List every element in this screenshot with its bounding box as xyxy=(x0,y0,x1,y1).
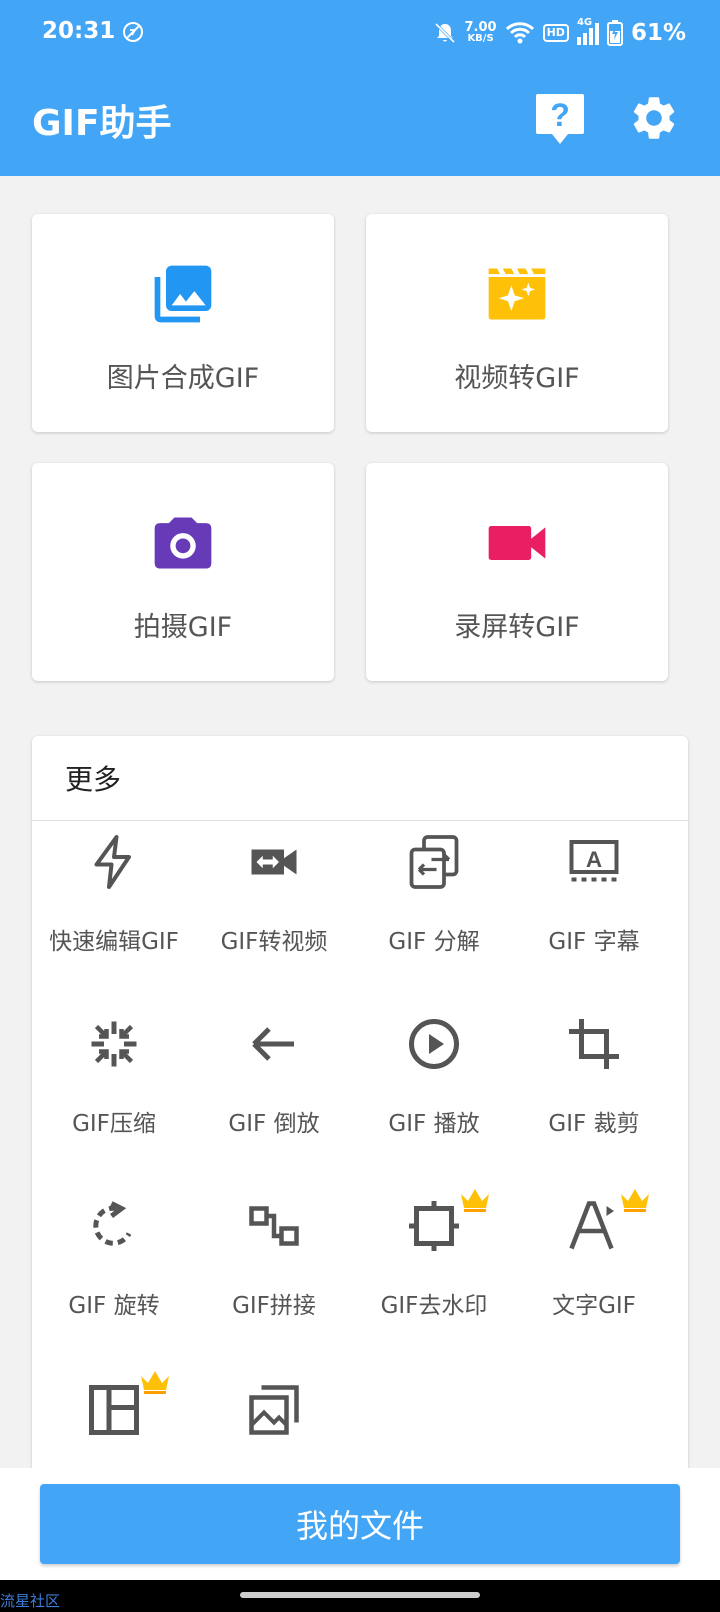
tool-label: GIF 旋转 xyxy=(68,1293,160,1319)
signal-indicator: 4G xyxy=(576,17,599,45)
tool-gif-join[interactable]: GIF拼接 xyxy=(192,1196,356,1366)
movie-sparkle-icon xyxy=(488,268,546,320)
compress-icon xyxy=(91,1021,137,1067)
status-bar: 20:31 7.00 KB/S HD 4G 61% xyxy=(0,0,720,66)
crown-icon xyxy=(621,1189,649,1212)
net-speed-value: 7.00 xyxy=(464,20,497,35)
tool-label: GIF 倒放 xyxy=(228,1111,320,1137)
tool-label: 文字GIF xyxy=(552,1293,636,1319)
flash-icon xyxy=(94,835,131,889)
videocam-icon xyxy=(488,526,546,560)
rotate-icon xyxy=(93,1201,132,1246)
more-section: 更多 快速编辑GIF GIF转视频 GIF 分解 A GIF 字幕 GIF压缩 … xyxy=(32,736,688,1496)
tool-label: 快速编辑GIF xyxy=(49,929,179,955)
wifi-icon xyxy=(505,22,534,44)
tool-label: GIF 播放 xyxy=(388,1111,480,1137)
photo-library-icon xyxy=(154,265,212,323)
tool-label: GIF 字幕 xyxy=(548,929,640,955)
battery-icon xyxy=(606,20,623,46)
tool-label: GIF去水印 xyxy=(380,1293,488,1319)
bell-off-icon xyxy=(434,22,455,44)
tool-label: GIF转视频 xyxy=(220,929,328,955)
gallery-icon xyxy=(249,1385,299,1435)
card-label: 视频转GIF xyxy=(454,363,580,394)
tool-gif-remove-watermark[interactable]: GIF去水印 xyxy=(352,1196,516,1366)
location-off-icon xyxy=(123,22,143,42)
my-files-button[interactable]: 我的文件 xyxy=(40,1484,680,1564)
status-icons: 7.00 KB/S HD 4G 61% xyxy=(433,16,686,50)
card-label: 图片合成GIF xyxy=(106,363,260,394)
tool-label: GIF 裁剪 xyxy=(548,1111,640,1137)
tool-quick-edit[interactable]: 快速编辑GIF xyxy=(32,832,196,1002)
card-video-to-gif[interactable]: 视频转GIF xyxy=(366,214,668,432)
camera-icon xyxy=(154,517,212,569)
tool-text-gif[interactable]: 文字GIF xyxy=(512,1196,676,1366)
text-icon xyxy=(569,1201,614,1250)
more-title: 更多 xyxy=(65,763,122,796)
subtitles-icon: A xyxy=(569,840,619,882)
tool-gif-reverse[interactable]: GIF 倒放 xyxy=(192,1014,356,1184)
app-title: GIF助手 xyxy=(32,103,172,144)
tool-label: GIF拼接 xyxy=(232,1293,316,1319)
remove-watermark-icon xyxy=(409,1201,459,1251)
nav-bar: 流星社区 xyxy=(0,1580,720,1612)
tool-gif-split[interactable]: GIF 分解 xyxy=(352,832,516,1002)
card-images-to-gif[interactable]: 图片合成GIF xyxy=(32,214,334,432)
play-circle-icon xyxy=(409,1019,459,1069)
divider xyxy=(32,820,688,821)
help-bubble-icon[interactable]: ? xyxy=(534,92,586,148)
crown-icon xyxy=(461,1189,489,1212)
watermark-text: 流星社区 xyxy=(0,1592,61,1610)
video-convert-icon xyxy=(251,849,297,875)
tool-gif-crop[interactable]: GIF 裁剪 xyxy=(512,1014,676,1184)
net-speed-unit: KB/S xyxy=(467,33,494,44)
gear-icon[interactable] xyxy=(628,92,680,144)
bottom-bar: 我的文件 xyxy=(0,1468,720,1580)
network-type: 4G xyxy=(576,17,593,28)
svg-text:?: ? xyxy=(550,97,570,133)
tool-gif-to-video[interactable]: GIF转视频 xyxy=(192,832,356,1002)
tool-label: GIF 分解 xyxy=(388,929,480,955)
home-handle[interactable] xyxy=(240,1592,480,1598)
status-time: 20:31 xyxy=(42,18,116,44)
app-bar: GIF助手 ? xyxy=(0,66,720,176)
tool-gif-rotate[interactable]: GIF 旋转 xyxy=(32,1196,196,1366)
card-shoot-gif[interactable]: 拍摄GIF xyxy=(32,463,334,681)
battery-percent: 61% xyxy=(630,20,686,46)
tool-gif-play[interactable]: GIF 播放 xyxy=(352,1014,516,1184)
card-label: 拍摄GIF xyxy=(133,612,233,643)
tool-gif-compress[interactable]: GIF压缩 xyxy=(32,1014,196,1184)
tool-label: GIF压缩 xyxy=(72,1111,156,1137)
layout-icon xyxy=(89,1385,139,1435)
card-screen-record-to-gif[interactable]: 录屏转GIF xyxy=(366,463,668,681)
arrow-left-icon xyxy=(252,1027,294,1061)
crop-icon xyxy=(569,1019,619,1069)
join-icon xyxy=(249,1206,299,1246)
card-label: 录屏转GIF xyxy=(454,612,580,643)
crown-icon xyxy=(141,1371,169,1394)
net-speed: 7.00 KB/S xyxy=(464,20,497,44)
tool-gif-subtitle[interactable]: A GIF 字幕 xyxy=(512,832,676,1002)
svg-text:A: A xyxy=(586,847,602,872)
hd-badge: HD xyxy=(542,24,569,42)
split-icon xyxy=(409,835,459,889)
